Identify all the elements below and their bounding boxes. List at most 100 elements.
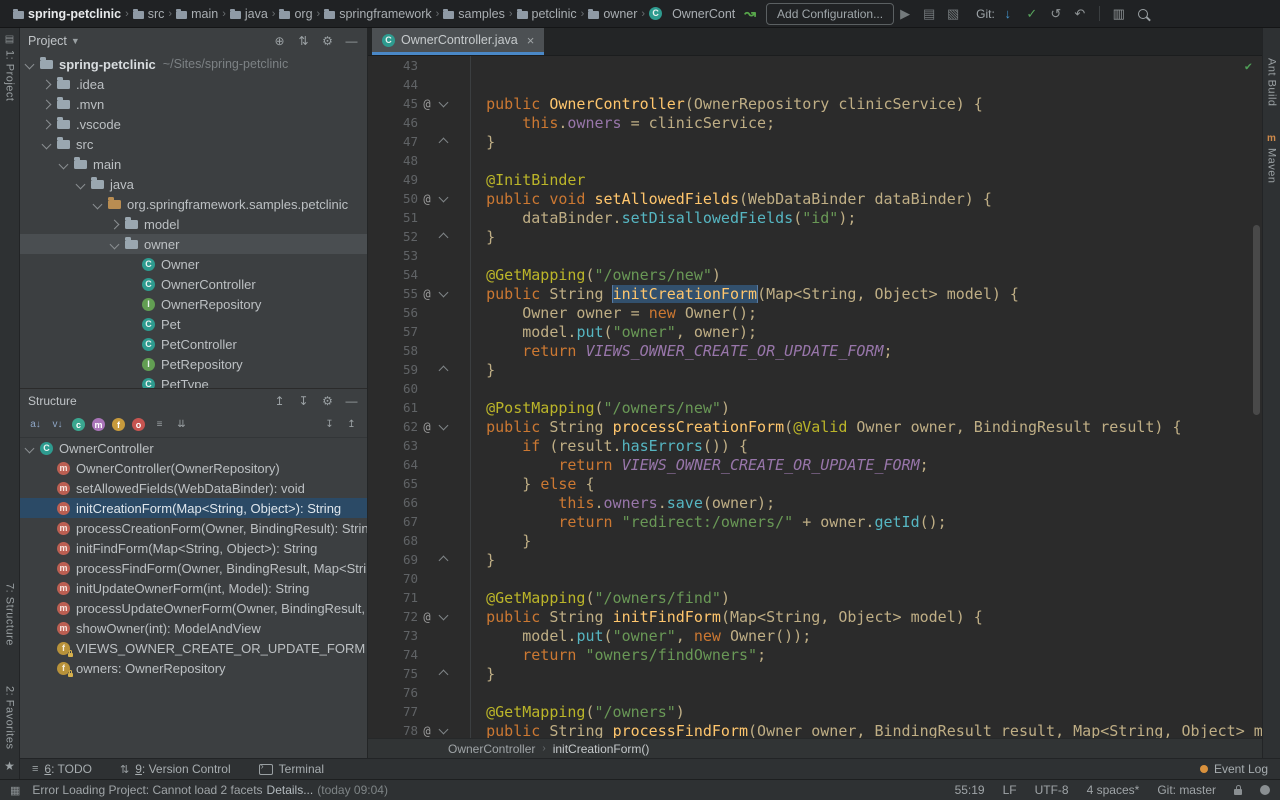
code-line[interactable]: 56 Owner owner = new Owner(); xyxy=(368,303,1262,322)
project-tree-row[interactable]: .vscode xyxy=(20,114,367,134)
line-number[interactable]: 61 xyxy=(368,400,418,415)
code-line[interactable]: 64 return VIEWS_OWNER_CREATE_OR_UPDATE_F… xyxy=(368,455,1262,474)
fold-icon[interactable] xyxy=(436,291,450,296)
tab-ownercontroller-java[interactable]: C OwnerController.java × xyxy=(372,28,544,55)
tool-button-terminal[interactable]: Terminal xyxy=(259,762,324,776)
project-tree-row[interactable]: .mvn xyxy=(20,94,367,114)
tool-button-ant-build[interactable]: Ant Build xyxy=(1266,58,1278,107)
autoscroll-from-source-icon[interactable]: ↥ xyxy=(344,417,359,432)
code-line[interactable]: 51 dataBinder.setDisallowedFields("id"); xyxy=(368,208,1262,227)
code-line[interactable]: 68 } xyxy=(368,531,1262,550)
tool-button-maven[interactable]: Maven xyxy=(1266,148,1278,184)
status-item[interactable]: UTF-8 xyxy=(1035,783,1069,797)
project-tree-row[interactable]: spring-petclinic~/Sites/spring-petclinic xyxy=(20,54,367,74)
line-number[interactable]: 58 xyxy=(368,343,418,358)
structure-tree-row[interactable]: mprocessFindForm(Owner, BindingResult, M… xyxy=(20,558,367,578)
line-number[interactable]: 69 xyxy=(368,552,418,567)
sort-visibility-icon[interactable]: v↓ xyxy=(50,417,65,432)
line-number[interactable]: 44 xyxy=(368,77,418,92)
fold-icon[interactable] xyxy=(436,614,450,619)
project-tree-row[interactable]: COwner xyxy=(20,254,367,274)
line-number[interactable]: 75 xyxy=(368,666,418,681)
chevron-down-icon[interactable] xyxy=(76,179,86,189)
code-line[interactable]: 55@ public String initCreationForm(Map<S… xyxy=(368,284,1262,303)
code-editor[interactable]: 43 44 45@ public OwnerController(OwnerRepo… xyxy=(368,56,1262,738)
fold-icon[interactable] xyxy=(436,669,450,678)
project-tree-row[interactable]: COwnerController xyxy=(20,274,367,294)
tool-window-switcher-icon[interactable]: ▦ xyxy=(10,784,20,797)
line-number[interactable]: 59 xyxy=(368,362,418,377)
project-tree-row[interactable]: main xyxy=(20,154,367,174)
add-configuration-button[interactable]: Add Configuration... xyxy=(766,3,894,25)
project-tree-row[interactable]: model xyxy=(20,214,367,234)
line-number[interactable]: 45 xyxy=(368,96,418,111)
project-tree-row[interactable]: CPetController xyxy=(20,334,367,354)
autoscroll-to-source-icon[interactable]: ↧ xyxy=(322,417,337,432)
line-number[interactable]: 56 xyxy=(368,305,418,320)
history-icon[interactable]: ↺ xyxy=(1045,4,1067,24)
line-number[interactable]: 71 xyxy=(368,590,418,605)
show-classes-icon[interactable]: c xyxy=(72,418,85,431)
code-line[interactable]: 43 xyxy=(368,56,1262,75)
expand-all-icon[interactable]: ↥ xyxy=(272,394,287,408)
chevron-down-icon[interactable] xyxy=(93,199,103,209)
project-tree-row[interactable]: CPet xyxy=(20,314,367,334)
code-line[interactable]: 74 return "owners/findOwners"; xyxy=(368,645,1262,664)
locate-file-icon[interactable]: ⊕ xyxy=(272,34,287,48)
code-line[interactable]: 44 xyxy=(368,75,1262,94)
breadcrumb-item[interactable]: main xyxy=(173,6,221,22)
code-line[interactable]: 47 } xyxy=(368,132,1262,151)
breadcrumb-item[interactable]: COwnerCont xyxy=(646,6,738,22)
tool-button-favorites[interactable]: 2: Favorites xyxy=(4,686,16,749)
hide-panel-icon[interactable]: — xyxy=(344,394,359,408)
code-line[interactable]: 78@ public String processFindForm(Owner … xyxy=(368,721,1262,738)
close-icon[interactable]: × xyxy=(527,33,535,48)
chevron-down-icon[interactable] xyxy=(59,159,69,169)
rollback-icon[interactable]: ↶ xyxy=(1069,4,1091,24)
code-line[interactable]: 63 if (result.hasErrors()) { xyxy=(368,436,1262,455)
structure-tree-row[interactable]: minitCreationForm(Map<String, Object>): … xyxy=(20,498,367,518)
line-number[interactable]: 51 xyxy=(368,210,418,225)
structure-tree-row[interactable]: fVIEWS_OWNER_CREATE_OR_UPDATE_FORM xyxy=(20,638,367,658)
search-icon[interactable] xyxy=(1132,4,1154,24)
collapse-all-icon[interactable]: ↧ xyxy=(296,394,311,408)
code-line[interactable]: 69 } xyxy=(368,550,1262,569)
tool-button-structure[interactable]: 7: Structure xyxy=(4,583,16,646)
profiler-icon[interactable]: ▧ xyxy=(942,4,964,24)
hide-panel-icon[interactable]: — xyxy=(344,34,359,48)
line-number[interactable]: 66 xyxy=(368,495,418,510)
line-number[interactable]: 74 xyxy=(368,647,418,662)
fold-icon[interactable] xyxy=(436,424,450,429)
fold-icon[interactable] xyxy=(436,196,450,201)
line-number[interactable]: 47 xyxy=(368,134,418,149)
sort-alpha-icon[interactable]: a↓ xyxy=(28,417,43,432)
status-item[interactable]: LF xyxy=(1003,783,1017,797)
chevron-right-icon[interactable] xyxy=(42,99,52,109)
chevron-right-icon[interactable] xyxy=(110,219,120,229)
editor-breadcrumb-item[interactable]: OwnerController xyxy=(448,742,535,756)
run-icon[interactable]: ▶ xyxy=(894,4,916,24)
line-number[interactable]: 64 xyxy=(368,457,418,472)
tool-button-project[interactable]: 1: Project xyxy=(4,50,16,101)
chevron-down-icon[interactable] xyxy=(110,239,120,249)
structure-tree-row[interactable]: msetAllowedFields(WebDataBinder): void xyxy=(20,478,367,498)
update-project-icon[interactable]: ↓ xyxy=(997,4,1019,24)
breadcrumb-item[interactable]: petclinic xyxy=(514,6,580,22)
show-fields-icon[interactable]: f xyxy=(112,418,125,431)
breadcrumb-item[interactable]: springframework xyxy=(321,6,434,22)
line-number[interactable]: 63 xyxy=(368,438,418,453)
line-number[interactable]: 60 xyxy=(368,381,418,396)
fold-icon[interactable] xyxy=(436,555,450,564)
code-line[interactable]: 72@ public String initFindForm(Map<Strin… xyxy=(368,607,1262,626)
structure-tree-row[interactable]: fowners: OwnerRepository xyxy=(20,658,367,678)
favorites-star-icon[interactable]: ★ xyxy=(4,759,15,773)
code-line[interactable]: 65 } else { xyxy=(368,474,1262,493)
chevron-right-icon[interactable] xyxy=(42,119,52,129)
inspections-ok-icon[interactable]: ✔ xyxy=(1245,59,1252,73)
structure-tree-row[interactable]: mOwnerController(OwnerRepository) xyxy=(20,458,367,478)
code-line[interactable]: 45@ public OwnerController(OwnerReposito… xyxy=(368,94,1262,113)
project-tree-row[interactable]: CPetType xyxy=(20,374,367,388)
show-non-public-icon[interactable]: o xyxy=(132,418,145,431)
line-number[interactable]: 68 xyxy=(368,533,418,548)
code-line[interactable]: 57 model.put("owner", owner); xyxy=(368,322,1262,341)
